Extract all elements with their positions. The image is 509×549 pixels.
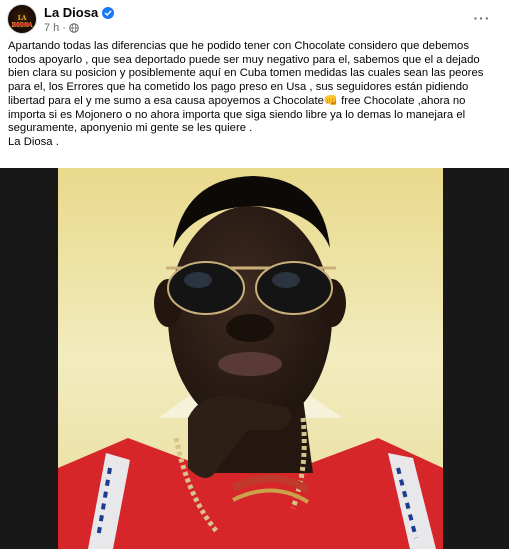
post-header: LA DIOSA La Diosa 7 h · ···: [0, 0, 509, 38]
avatar-logo-text: LA DIOSA: [11, 15, 32, 29]
more-options-button[interactable]: ···: [469, 8, 495, 28]
more-options-icon: ···: [473, 10, 491, 26]
verified-badge-icon: [102, 6, 115, 19]
post-text-line: para el, los Errores que ha cometido los…: [8, 81, 469, 94]
post-body: Apartando todas las diferencias que he p…: [8, 40, 503, 150]
portrait-illustration: [58, 168, 443, 549]
post-text-line: libertad para el y me sumo a esa causa a…: [8, 94, 466, 107]
post-text-line: seguramente, aponyenio mi gente se les q…: [8, 122, 253, 135]
post-text-line: importa si es Mojonero o no ahora import…: [8, 108, 466, 121]
post-text-line: bien clara su posicion y posiblemente aq…: [8, 67, 484, 80]
avatar-logo-stripe: [12, 23, 32, 26]
post-photo[interactable]: [58, 168, 443, 549]
globe-icon[interactable]: [69, 23, 79, 33]
post-signature: La Diosa .: [8, 135, 59, 148]
post-meta: 7 h ·: [44, 21, 79, 35]
meta-separator: ·: [62, 22, 66, 34]
author-row: La Diosa: [44, 4, 115, 20]
post-media[interactable]: [0, 168, 509, 549]
page-avatar[interactable]: LA DIOSA: [7, 4, 37, 34]
post-timestamp[interactable]: 7 h: [44, 22, 59, 34]
post-text-line: todos apoyarlo , que sea deportado puede…: [8, 53, 480, 66]
post-text-line: Apartando todas las diferencias que he p…: [8, 40, 469, 52]
author-name[interactable]: La Diosa: [44, 5, 98, 20]
